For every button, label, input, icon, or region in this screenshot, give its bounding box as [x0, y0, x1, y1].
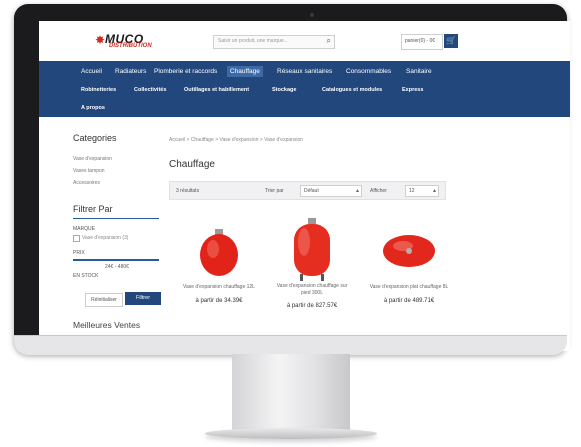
cart-label: panier(0) - 0€ [405, 38, 436, 44]
nav-item-reseaux[interactable]: Réseaux sanitaires [277, 68, 332, 75]
product-image-flat-expansion-vessel[interactable] [369, 221, 449, 281]
chevron-down-icon: ▴ [355, 188, 359, 194]
cart-icon[interactable]: 🛒 [444, 34, 458, 48]
nav-item-chauffage[interactable]: Chauffage [227, 66, 263, 77]
product-card[interactable]: Vase d'expansion chauffage sur pied 300L… [272, 216, 352, 316]
nav-item-radiateurs[interactable]: Radiateurs [115, 68, 146, 75]
nav-item-plomberie[interactable]: Plomberie et raccords [154, 68, 217, 75]
monitor-base [205, 428, 377, 439]
product-card[interactable]: Vase d'expansion plat chauffage 8L à par… [369, 221, 449, 316]
per-page-label: Afficher [370, 188, 387, 194]
category-link[interactable]: Accessoires [73, 180, 100, 186]
monitor-chin [14, 335, 567, 355]
nav-item-robinetteries[interactable]: Robinetteries [81, 87, 116, 93]
brand-option-label: Vase d'expansion (3) [82, 235, 129, 241]
search-icon[interactable]: ⌕ [327, 36, 331, 46]
search-input[interactable]: Saisir un produit, une marque... ⌕ [213, 35, 335, 49]
per-page-value: 12 [409, 188, 415, 194]
sort-label: Trier par [265, 188, 284, 194]
category-link[interactable]: Vase d'expansion [73, 156, 112, 162]
nav-item-consommables[interactable]: Consommables [346, 68, 391, 75]
site-header: ✸ MUCO DISTRIBUTION Saisir un produit, u… [39, 21, 570, 57]
nav-item-catalogues[interactable]: Catalogues et modules [322, 87, 382, 93]
nav-item-stockage[interactable]: Stockage [272, 87, 296, 93]
monitor-stand [232, 354, 350, 432]
filter-title-underline [73, 218, 159, 219]
breadcrumb[interactable]: Accueil > Chauffage > Vase d'expansion >… [169, 137, 303, 143]
categories-title: Categories [73, 133, 117, 143]
product-price: à partir de 34.39€ [195, 298, 243, 304]
product-name[interactable]: Vase d'expansion chauffage 12L [179, 284, 259, 291]
filter-stock-label: EN STOCK [73, 273, 99, 279]
cart-summary[interactable]: panier(0) - 0€ [401, 34, 443, 50]
product-price: à partir de 827.57€ [286, 303, 338, 309]
reset-filter-button[interactable]: Réinitialiser [85, 293, 123, 307]
nav-item-express[interactable]: Express [402, 87, 423, 93]
product-card[interactable]: Vase d'expansion chauffage 12L à partir … [179, 221, 259, 316]
price-range-slider[interactable] [73, 259, 159, 261]
main-navigation: Accueil Radiateurs Plomberie et raccords… [39, 61, 570, 117]
brand-checkbox[interactable] [73, 235, 80, 242]
filter-title: Filtrer Par [73, 204, 113, 214]
sort-select[interactable]: Défaut ▴ [300, 185, 362, 197]
page-title: Chauffage [169, 159, 215, 170]
browser-screen: ✸ MUCO DISTRIBUTION Saisir un produit, u… [39, 21, 570, 351]
nav-item-collectivites[interactable]: Collectivités [134, 87, 166, 93]
product-image-expansion-vessel-standing[interactable] [272, 216, 352, 282]
apply-filter-button[interactable]: Filtrer [125, 292, 161, 305]
product-name[interactable]: Vase d'expansion plat chauffage 8L [369, 284, 449, 291]
sort-value: Défaut [304, 188, 319, 194]
category-link[interactable]: Vases tampon [73, 168, 105, 174]
nav-item-accueil[interactable]: Accueil [81, 68, 102, 75]
per-page-select[interactable]: 12 ▴ [405, 185, 439, 197]
product-price: à partir de 489.71€ [383, 298, 435, 304]
filter-brand-label: MARQUE [73, 226, 95, 232]
nav-item-apropos[interactable]: A propos [81, 105, 105, 111]
site-logo[interactable]: ✸ MUCO DISTRIBUTION [95, 32, 167, 50]
search-placeholder: Saisir un produit, une marque... [218, 38, 288, 44]
chevron-down-icon: ▴ [432, 188, 436, 194]
logo-subtext: DISTRIBUTION [109, 43, 152, 49]
webcam [310, 13, 314, 17]
filter-price-label: PRIX [73, 250, 85, 256]
results-count: 3 résultats [176, 188, 200, 194]
best-sellers-title: Meilleures Ventes [73, 320, 141, 330]
price-range-value: 24€ - 480€ [105, 264, 129, 270]
nav-item-sanitaire[interactable]: Sanitaire [406, 68, 432, 75]
product-image-expansion-vessel[interactable] [179, 221, 259, 281]
nav-item-outillages[interactable]: Outillages et habillement [184, 87, 249, 93]
product-name[interactable]: Vase d'expansion chauffage sur pied 300L [272, 283, 352, 296]
listing-toolbar: 3 résultats Trier par Défaut ▴ Afficher … [169, 181, 446, 200]
